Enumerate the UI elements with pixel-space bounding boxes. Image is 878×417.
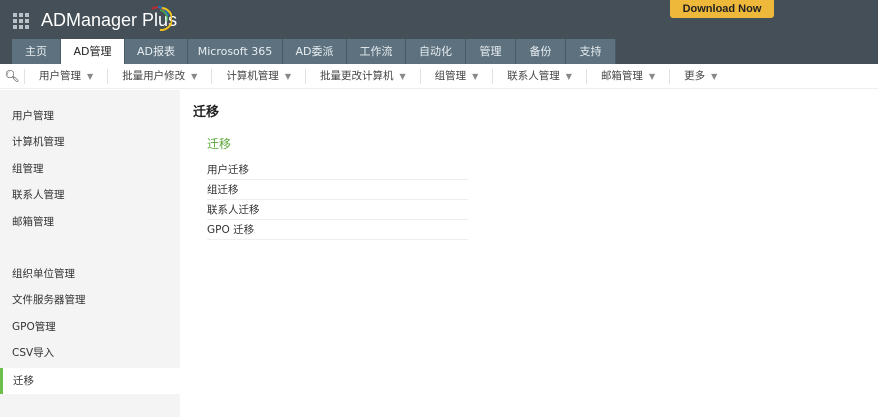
tab-ad-management[interactable]: AD管理 bbox=[61, 39, 125, 64]
app-grid-icon[interactable] bbox=[13, 13, 29, 29]
tab-automation[interactable]: 自动化 bbox=[406, 39, 466, 64]
sidebar-item-group-management[interactable]: 组管理 bbox=[0, 156, 180, 182]
caret-down-icon: ▼ bbox=[711, 71, 718, 81]
caret-down-icon: ▼ bbox=[472, 71, 479, 81]
sidebar-item-csv-import[interactable]: CSV导入 bbox=[0, 340, 180, 366]
subnav-bulk-user-modify[interactable]: 批量用户修改 ▼ bbox=[107, 68, 211, 84]
section-heading: 迁移 bbox=[207, 137, 232, 151]
subnav-more[interactable]: 更多 ▼ bbox=[669, 68, 731, 84]
sidebar: 用户管理 计算机管理 组管理 联系人管理 邮箱管理 组织单位管理 文件服务器管理… bbox=[0, 90, 180, 417]
caret-down-icon: ▼ bbox=[191, 71, 198, 81]
sidebar-item-computer-management[interactable]: 计算机管理 bbox=[0, 129, 180, 155]
subnav-label: 邮箱管理 bbox=[600, 69, 643, 82]
caret-down-icon: ▼ bbox=[399, 71, 406, 81]
download-now-button[interactable]: Download Now bbox=[670, 0, 774, 18]
caret-down-icon: ▼ bbox=[565, 71, 572, 81]
subnav-label: 用户管理 bbox=[39, 69, 81, 82]
sidebar-item-ou-management[interactable]: 组织单位管理 bbox=[0, 261, 180, 287]
caret-down-icon: ▼ bbox=[648, 71, 656, 81]
logo-arc-icon bbox=[151, 5, 172, 32]
tab-support[interactable]: 支持 bbox=[566, 39, 616, 64]
search-icon[interactable]: 🔍︎ bbox=[0, 69, 24, 83]
sidebar-item-contact-management[interactable]: 联系人管理 bbox=[0, 182, 180, 208]
subnav-user-management[interactable]: 用户管理 ▼ bbox=[24, 68, 107, 84]
subnav-label: 更多 bbox=[684, 69, 706, 82]
subnav-label: 批量用户修改 bbox=[122, 69, 186, 82]
subnav-label: 联系人管理 bbox=[507, 69, 560, 82]
sidebar-item-migration[interactable]: 迁移 bbox=[0, 368, 180, 394]
subnav-label: 计算机管理 bbox=[226, 69, 279, 82]
sidebar-item-file-server-management[interactable]: 文件服务器管理 bbox=[0, 287, 180, 313]
sub-navigation: 🔍︎ 用户管理 ▼ 批量用户修改 ▼ 计算机管理 ▼ 批量更改计算机 ▼ 组管理 ▼ 联系… bbox=[0, 64, 878, 89]
caret-down-icon: ▼ bbox=[284, 71, 291, 81]
tab-backup[interactable]: 备份 bbox=[516, 39, 566, 64]
caret-down-icon: ▼ bbox=[87, 71, 94, 81]
sidebar-item-mailbox-management[interactable]: 邮箱管理 bbox=[0, 209, 180, 235]
sidebar-item-user-management[interactable]: 用户管理 bbox=[0, 103, 180, 129]
header: ADManager Plus Download Now 主页 AD管理 AD报表… bbox=[0, 0, 878, 64]
subnav-label: 组管理 bbox=[434, 69, 467, 82]
tab-microsoft-365[interactable]: Microsoft 365 bbox=[188, 39, 283, 64]
link-contact-migration[interactable]: 联系人迁移 bbox=[207, 200, 468, 220]
tab-ad-delegation[interactable]: AD委派 bbox=[283, 39, 347, 64]
sidebar-item-gpo-management[interactable]: GPO管理 bbox=[0, 314, 180, 340]
subnav-label: 批量更改计算机 bbox=[319, 69, 394, 82]
link-user-migration[interactable]: 用户迁移 bbox=[207, 160, 468, 180]
tab-admin[interactable]: 管理 bbox=[466, 39, 516, 64]
link-group-migration[interactable]: 组迁移 bbox=[207, 180, 468, 200]
subnav-mailbox-management[interactable]: 邮箱管理 ▼ bbox=[585, 68, 669, 84]
tab-home[interactable]: 主页 bbox=[12, 39, 61, 64]
page-title: 迁移 bbox=[193, 105, 220, 120]
subnav-bulk-computer-modify[interactable]: 批量更改计算机 ▼ bbox=[304, 68, 420, 84]
tab-ad-reports[interactable]: AD报表 bbox=[125, 39, 188, 64]
subnav-contact-management[interactable]: 联系人管理 ▼ bbox=[492, 68, 586, 84]
subnav-group-management[interactable]: 组管理 ▼ bbox=[419, 68, 493, 84]
link-gpo-migration[interactable]: GPO 迁移 bbox=[207, 220, 468, 240]
tab-workflow[interactable]: 工作流 bbox=[347, 39, 406, 64]
subnav-computer-management[interactable]: 计算机管理 ▼ bbox=[211, 68, 305, 84]
main-tabs: 主页 AD管理 AD报表 Microsoft 365 AD委派 工作流 自动化 … bbox=[12, 39, 616, 64]
